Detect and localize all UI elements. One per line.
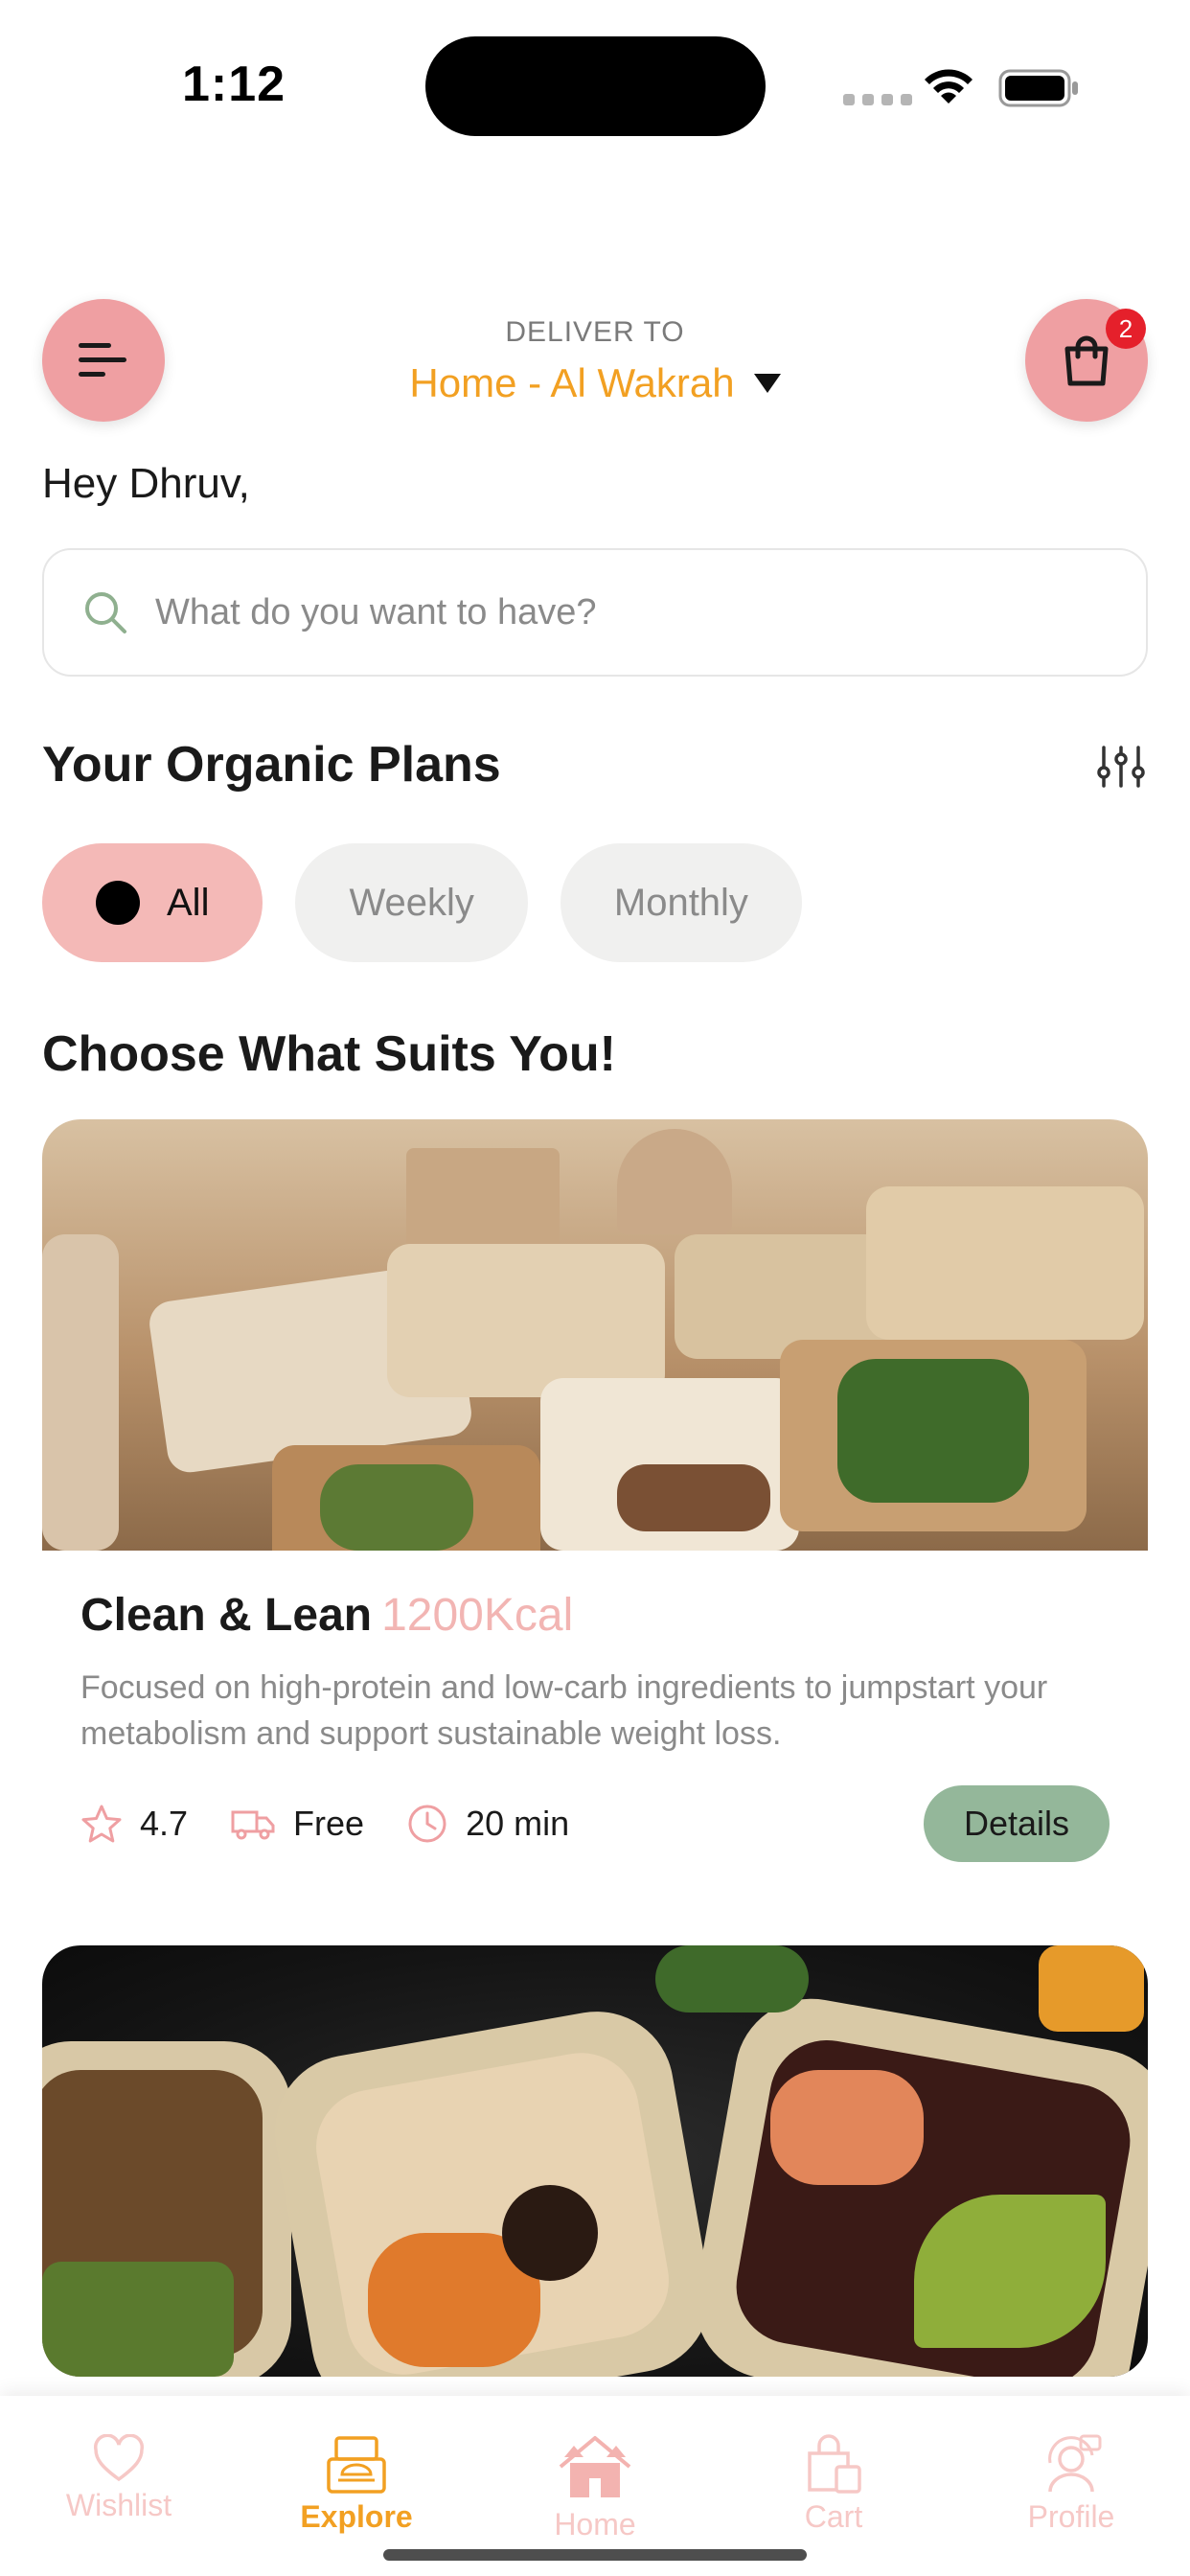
- chip-label: Monthly: [613, 881, 748, 924]
- cart-count-badge: 2: [1106, 309, 1146, 349]
- status-time: 1:12: [182, 57, 286, 112]
- delivery-location-selector[interactable]: DELIVER TO Home - Al Wakrah: [308, 316, 882, 406]
- plan-card-title: Clean & Lean 1200Kcal: [80, 1589, 1110, 1642]
- time-value: 20 min: [466, 1804, 570, 1843]
- chip-weekly[interactable]: Weekly: [295, 843, 528, 962]
- tab-explore[interactable]: Explore: [261, 2434, 452, 2535]
- plan-kcal: 1200Kcal: [381, 1590, 574, 1641]
- plan-card-2[interactable]: [42, 1945, 1148, 2377]
- selected-dot-icon: [96, 881, 140, 925]
- chip-all[interactable]: All: [42, 843, 263, 962]
- cart-button[interactable]: 2: [1025, 299, 1148, 422]
- plan-name: Clean & Lean: [80, 1590, 373, 1641]
- caret-down-icon: [753, 374, 781, 393]
- menu-icon: [79, 343, 126, 377]
- search-input[interactable]: What do you want to have?: [42, 548, 1148, 677]
- plan-card-image: [42, 1119, 1148, 1551]
- shopping-bag-icon: [1064, 335, 1109, 386]
- tab-cart[interactable]: Cart: [738, 2434, 929, 2535]
- tab-label: Profile: [1027, 2499, 1115, 2534]
- rating-value: 4.7: [140, 1804, 189, 1843]
- plan-card[interactable]: Clean & Lean 1200Kcal Focused on high-pro…: [42, 1119, 1148, 1862]
- home-indicator[interactable]: [383, 2549, 807, 2561]
- plan-description: Focused on high-protein and low-carb ing…: [80, 1669, 1048, 1752]
- search-icon: [85, 592, 126, 633]
- search-placeholder: What do you want to have?: [155, 591, 597, 632]
- tab-label: Wishlist: [65, 2488, 172, 2522]
- tab-wishlist[interactable]: Wishlist: [23, 2434, 215, 2523]
- battery-icon: [998, 69, 1078, 107]
- food-box-icon: [327, 2436, 386, 2494]
- menu-button[interactable]: [42, 299, 165, 422]
- star-icon: [81, 1805, 122, 1843]
- user-icon: [1048, 2434, 1102, 2493]
- tab-label: Cart: [804, 2499, 863, 2534]
- status-bar: 1:12: [0, 0, 1190, 172]
- tab-label: Home: [554, 2507, 636, 2542]
- tab-profile[interactable]: Profile: [975, 2434, 1167, 2535]
- deliver-label: DELIVER TO: [505, 316, 685, 348]
- plan-card-image: [42, 1945, 1148, 2377]
- plan-meta: 4.7 Free 20 min Details: [80, 1785, 1110, 1862]
- greeting: Hey Dhruv,: [42, 460, 250, 507]
- delivery-truck-icon: [231, 1810, 275, 1840]
- prep-time: 20 min: [406, 1803, 569, 1845]
- plan-filter-chips: All Weekly Monthly: [42, 843, 802, 962]
- signal-icon: [843, 94, 912, 105]
- shopping-bag-icon: [808, 2434, 861, 2494]
- tab-label: Explore: [300, 2499, 413, 2534]
- wifi-icon: [925, 69, 973, 104]
- deliver-location-text: Home - Al Wakrah: [409, 360, 735, 405]
- heart-icon: [94, 2434, 144, 2482]
- dynamic-island: [425, 36, 766, 136]
- chip-label: Weekly: [349, 881, 474, 924]
- tab-home[interactable]: Home: [499, 2430, 691, 2542]
- chip-monthly[interactable]: Monthly: [560, 843, 802, 962]
- delivery-value: Free: [293, 1804, 365, 1843]
- delivery: Free: [230, 1804, 364, 1844]
- deliver-location[interactable]: Home - Al Wakrah: [409, 360, 781, 406]
- chip-label: All: [167, 881, 210, 924]
- section-title-plans: Your Organic Plans: [42, 737, 501, 793]
- section-title-choose: Choose What Suits You!: [42, 1026, 616, 1082]
- filter-sliders-icon[interactable]: [1096, 744, 1146, 790]
- rating: 4.7: [80, 1804, 188, 1844]
- details-button[interactable]: Details: [924, 1785, 1110, 1862]
- clock-icon: [408, 1805, 446, 1843]
- house-icon: [559, 2436, 631, 2497]
